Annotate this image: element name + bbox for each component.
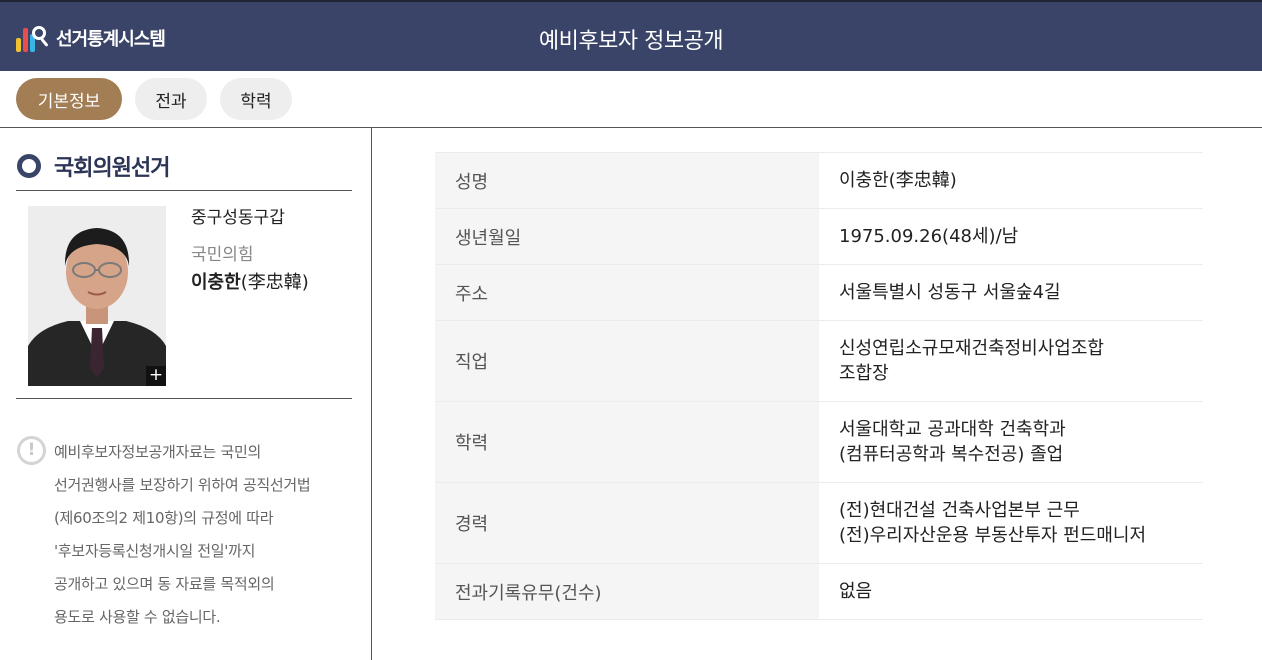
- page-title: 예비후보자 정보공개: [538, 29, 724, 54]
- table-row: 경력 (전)현대건설 건축사업본부 근무 (전)우리자산운용 부동산투자 펀드매…: [435, 482, 1203, 564]
- candidate-party: 국민의힘: [191, 245, 254, 265]
- notice-line: 용도로 사용할 수 없습니다.: [54, 608, 221, 626]
- name-value: 이충한(李忠韓): [819, 152, 1203, 209]
- name-label: 성명: [435, 152, 819, 209]
- tab-bar: 기본정보 전과 학력: [16, 78, 292, 120]
- candidate-district: 중구성동구갑: [191, 208, 285, 228]
- career-value-line: (전)우리자산운용 부동산투자 펀드매니저: [839, 525, 1147, 546]
- table-row: 학력 서울대학교 공과대학 건축학과 (컴퓨터공학과 복수전공) 졸업: [435, 401, 1203, 483]
- tab-criminal-record[interactable]: 전과: [135, 78, 207, 120]
- career-value: (전)현대건설 건축사업본부 근무 (전)우리자산운용 부동산투자 펀드매니저: [819, 482, 1203, 564]
- table-row: 생년월일 1975.09.26(48세)/남: [435, 208, 1203, 265]
- table-row: 주소 서울특별시 성동구 서울숲4길: [435, 264, 1203, 321]
- tab-basic-info[interactable]: 기본정보: [16, 78, 122, 120]
- tab-education[interactable]: 학력: [220, 78, 292, 120]
- ring-bullet-icon: [17, 154, 41, 178]
- table-row: 성명 이충한(李忠韓): [435, 152, 1203, 209]
- record-value: 없음: [819, 563, 1203, 620]
- notice-line: 공개하고 있으며 동 자료를 목적외의: [54, 575, 275, 593]
- candidate-name: 이충한: [191, 272, 241, 293]
- education-value-line: (컴퓨터공학과 복수전공) 졸업: [839, 444, 1064, 465]
- notice-exclamation-icon: !: [17, 436, 46, 465]
- candidate-photo[interactable]: +: [28, 206, 166, 386]
- birth-value: 1975.09.26(48세)/남: [819, 208, 1203, 265]
- address-value: 서울특별시 성동구 서울숲4길: [819, 264, 1203, 321]
- table-row: 직업 신성연립소규모재건축정비사업조합 조합장: [435, 320, 1203, 402]
- column-divider: [371, 128, 372, 660]
- education-label: 학력: [435, 401, 819, 483]
- notice-line: 선거권행사를 보장하기 위하여 공직선거법: [54, 476, 311, 494]
- birth-label: 생년월일: [435, 208, 819, 265]
- career-value-line: (전)현대건설 건축사업본부 근무: [839, 500, 1080, 521]
- profile-divider: [16, 398, 352, 399]
- section-header: 국회의원선거: [17, 150, 170, 182]
- candidate-info-table: 성명 이충한(李忠韓) 생년월일 1975.09.26(48세)/남 주소 서울…: [435, 152, 1203, 620]
- job-value-line: 조합장: [839, 363, 889, 384]
- job-value: 신성연립소규모재건축정비사업조합 조합장: [819, 320, 1203, 402]
- education-value: 서울대학교 공과대학 건축학과 (컴퓨터공학과 복수전공) 졸업: [819, 401, 1203, 483]
- candidate-portrait: [28, 206, 166, 386]
- job-label: 직업: [435, 320, 819, 402]
- job-value-line: 신성연립소규모재건축정비사업조합: [839, 338, 1104, 359]
- notice-text: 예비후보자정보공개자료는 국민의 선거권행사를 보장하기 위하여 공직선거법 (…: [54, 437, 364, 635]
- candidate-hanja: (李忠韓): [240, 272, 309, 293]
- notice-line: 예비후보자정보공개자료는 국민의: [54, 443, 261, 461]
- candidate-name-block: 이충한(李忠韓): [191, 268, 309, 294]
- section-title: 국회의원선거: [54, 156, 170, 181]
- address-label: 주소: [435, 264, 819, 321]
- career-label: 경력: [435, 482, 819, 564]
- section-divider: [16, 190, 352, 191]
- tabs-divider: [0, 127, 1262, 128]
- record-label: 전과기록유무(건수): [435, 563, 819, 620]
- education-value-line: 서울대학교 공과대학 건축학과: [839, 419, 1066, 440]
- zoom-plus-icon[interactable]: +: [146, 366, 166, 386]
- header-bar: 선거통계시스템 예비후보자 정보공개: [0, 0, 1262, 71]
- notice-line: (제60조의2 제10항)의 규정에 따라: [54, 509, 274, 527]
- table-row: 전과기록유무(건수) 없음: [435, 563, 1203, 620]
- notice-line: '후보자등록신청개시일 전일'까지: [54, 542, 256, 560]
